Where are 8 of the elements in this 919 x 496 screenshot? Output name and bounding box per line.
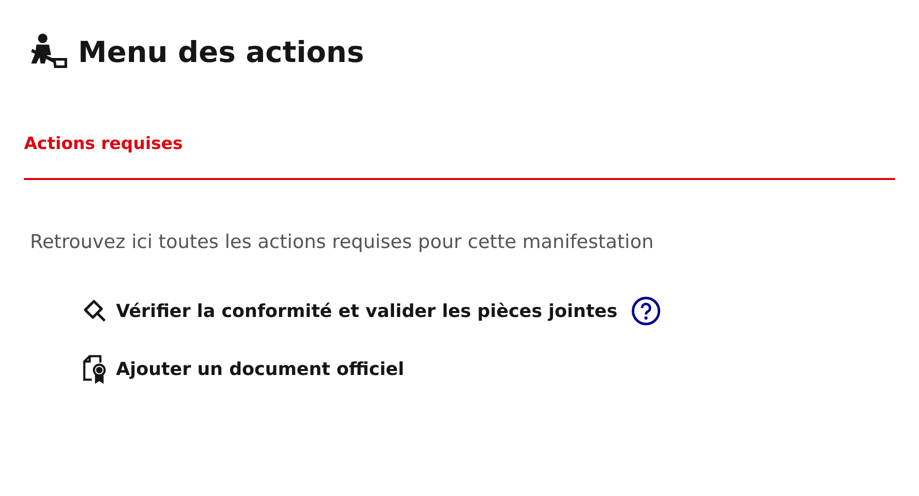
description-text: Retrouvez ici toutes les actions requises pour cette manifestation <box>30 230 655 254</box>
help-icon[interactable] <box>631 296 662 326</box>
section-tab[interactable]: Actions requises <box>24 132 183 178</box>
certificate-document-icon <box>82 354 108 384</box>
action-link[interactable]: Ajouter un document officiel <box>116 356 404 382</box>
action-link[interactable]: Vérifier la conformité et valider les pièces jointes <box>116 298 618 324</box>
page-title: Menu des actions <box>78 38 364 66</box>
gavel-icon <box>82 298 108 324</box>
